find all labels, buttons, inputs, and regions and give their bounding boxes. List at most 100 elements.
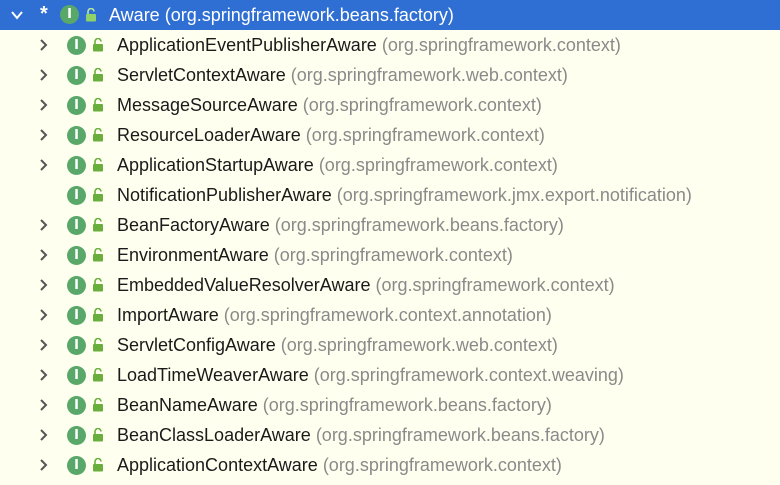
class-name: ApplicationStartupAware — [117, 155, 314, 175]
interface-icon: I — [67, 336, 86, 355]
tree-row-root[interactable]: * I Aware (org.springframework.beans.fac… — [0, 0, 780, 30]
chevron-down-icon[interactable] — [10, 8, 24, 22]
class-name: NotificationPublisherAware — [117, 185, 332, 205]
hierarchy-tree: * I Aware (org.springframework.beans.fac… — [0, 0, 780, 480]
row-label: ImportAware (org.springframework.context… — [117, 305, 552, 326]
package-name: (org.springframework.context) — [322, 455, 562, 475]
interface-icon: I — [67, 366, 86, 385]
interface-icon: I — [67, 396, 86, 415]
row-label: ResourceLoaderAware (org.springframework… — [117, 125, 545, 146]
tree-row[interactable]: I EmbeddedValueResolverAware (org.springf… — [0, 270, 780, 300]
tree-row[interactable]: I LoadTimeWeaverAware (org.springframewor… — [0, 360, 780, 390]
package-name: (org.springframework.context.weaving) — [313, 365, 624, 385]
interface-icon: I — [67, 306, 86, 325]
class-name: EnvironmentAware — [117, 245, 269, 265]
interface-icon: I — [67, 126, 86, 145]
unlocked-icon — [93, 368, 103, 382]
interface-icon: I — [67, 426, 86, 445]
row-label: ServletContextAware (org.springframework… — [117, 65, 568, 86]
interface-icon: I — [67, 36, 86, 55]
unlocked-icon — [93, 218, 103, 232]
tree-row[interactable]: I ApplicationEventPublisherAware (org.spr… — [0, 30, 780, 60]
tree-row[interactable]: I BeanClassLoaderAware (org.springframewo… — [0, 420, 780, 450]
class-name: MessageSourceAware — [117, 95, 298, 115]
chevron-right-icon[interactable] — [36, 338, 50, 352]
chevron-right-icon[interactable] — [36, 158, 50, 172]
root-label: Aware (org.springframework.beans.factory… — [109, 5, 454, 26]
unlocked-icon — [93, 428, 103, 442]
unlocked-icon — [93, 98, 103, 112]
unlocked-icon — [93, 38, 103, 52]
class-name: ServletConfigAware — [117, 335, 276, 355]
tree-row[interactable]: I ApplicationContextAware (org.springfram… — [0, 450, 780, 480]
unlocked-icon — [86, 8, 96, 22]
unlocked-icon — [93, 158, 103, 172]
row-label: MessageSourceAware (org.springframework.… — [117, 95, 542, 116]
package-name: (org.springframework.context) — [273, 245, 513, 265]
root-class-name: Aware — [109, 5, 160, 25]
package-name: (org.springframework.beans.factory) — [315, 425, 605, 445]
package-name: (org.springframework.web.context) — [280, 335, 558, 355]
chevron-right-icon[interactable] — [36, 248, 50, 262]
class-name: ApplicationEventPublisherAware — [117, 35, 377, 55]
row-label: ApplicationContextAware (org.springframe… — [117, 455, 562, 476]
class-name: EmbeddedValueResolverAware — [117, 275, 371, 295]
tree-row[interactable]: I ImportAware (org.springframework.contex… — [0, 300, 780, 330]
child-list: I ApplicationEventPublisherAware (org.spr… — [0, 30, 780, 480]
chevron-right-icon[interactable] — [36, 458, 50, 472]
interface-icon: I — [67, 96, 86, 115]
tree-row[interactable]: I EnvironmentAware (org.springframework.c… — [0, 240, 780, 270]
row-label: ApplicationStartupAware (org.springframe… — [117, 155, 558, 176]
package-name: (org.springframework.context) — [302, 95, 542, 115]
row-label: BeanFactoryAware (org.springframework.be… — [117, 215, 564, 236]
package-name: (org.springframework.web.context) — [290, 65, 568, 85]
class-name: LoadTimeWeaverAware — [117, 365, 309, 385]
tree-row[interactable]: I ServletContextAware (org.springframewor… — [0, 60, 780, 90]
chevron-right-icon[interactable] — [36, 218, 50, 232]
package-name: (org.springframework.context) — [318, 155, 558, 175]
class-name: BeanNameAware — [117, 395, 258, 415]
row-label: LoadTimeWeaverAware (org.springframework… — [117, 365, 624, 386]
unlocked-icon — [93, 68, 103, 82]
tree-row[interactable]: I BeanNameAware (org.springframework.bean… — [0, 390, 780, 420]
tree-row[interactable]: I BeanFactoryAware (org.springframework.b… — [0, 210, 780, 240]
chevron-right-icon[interactable] — [36, 428, 50, 442]
chevron-right-icon[interactable] — [36, 398, 50, 412]
row-label: EmbeddedValueResolverAware (org.springfr… — [117, 275, 615, 296]
chevron-right-icon[interactable] — [36, 38, 50, 52]
chevron-right-icon[interactable] — [36, 98, 50, 112]
package-name: (org.springframework.jmx.export.notifica… — [336, 185, 692, 205]
tree-row[interactable]: I ServletConfigAware (org.springframework… — [0, 330, 780, 360]
class-name: BeanClassLoaderAware — [117, 425, 311, 445]
root-package-name: (org.springframework.beans.factory) — [164, 5, 454, 25]
tree-row[interactable]: I NotificationPublisherAware (org.springf… — [0, 180, 780, 210]
unlocked-icon — [93, 248, 103, 262]
class-name: ApplicationContextAware — [117, 455, 318, 475]
chevron-right-icon[interactable] — [36, 308, 50, 322]
class-name: BeanFactoryAware — [117, 215, 270, 235]
interface-icon: I — [67, 276, 86, 295]
interface-icon: I — [60, 5, 79, 24]
row-label: ServletConfigAware (org.springframework.… — [117, 335, 558, 356]
class-name: ImportAware — [117, 305, 219, 325]
package-name: (org.springframework.beans.factory) — [274, 215, 564, 235]
chevron-right-icon[interactable] — [36, 368, 50, 382]
class-name: ServletContextAware — [117, 65, 286, 85]
row-label: EnvironmentAware (org.springframework.co… — [117, 245, 513, 266]
package-name: (org.springframework.context) — [375, 275, 615, 295]
package-name: (org.springframework.context) — [381, 35, 621, 55]
interface-icon: I — [67, 66, 86, 85]
class-name: ResourceLoaderAware — [117, 125, 301, 145]
tree-row[interactable]: I ApplicationStartupAware (org.springfram… — [0, 150, 780, 180]
unlocked-icon — [93, 128, 103, 142]
chevron-right-icon[interactable] — [36, 68, 50, 82]
row-label: ApplicationEventPublisherAware (org.spri… — [117, 35, 621, 56]
tree-row[interactable]: I ResourceLoaderAware (org.springframewor… — [0, 120, 780, 150]
unlocked-icon — [93, 188, 103, 202]
chevron-right-icon[interactable] — [36, 278, 50, 292]
current-marker: * — [40, 3, 48, 25]
tree-row[interactable]: I MessageSourceAware (org.springframework… — [0, 90, 780, 120]
row-label: BeanClassLoaderAware (org.springframewor… — [117, 425, 605, 446]
unlocked-icon — [93, 458, 103, 472]
chevron-right-icon[interactable] — [36, 128, 50, 142]
